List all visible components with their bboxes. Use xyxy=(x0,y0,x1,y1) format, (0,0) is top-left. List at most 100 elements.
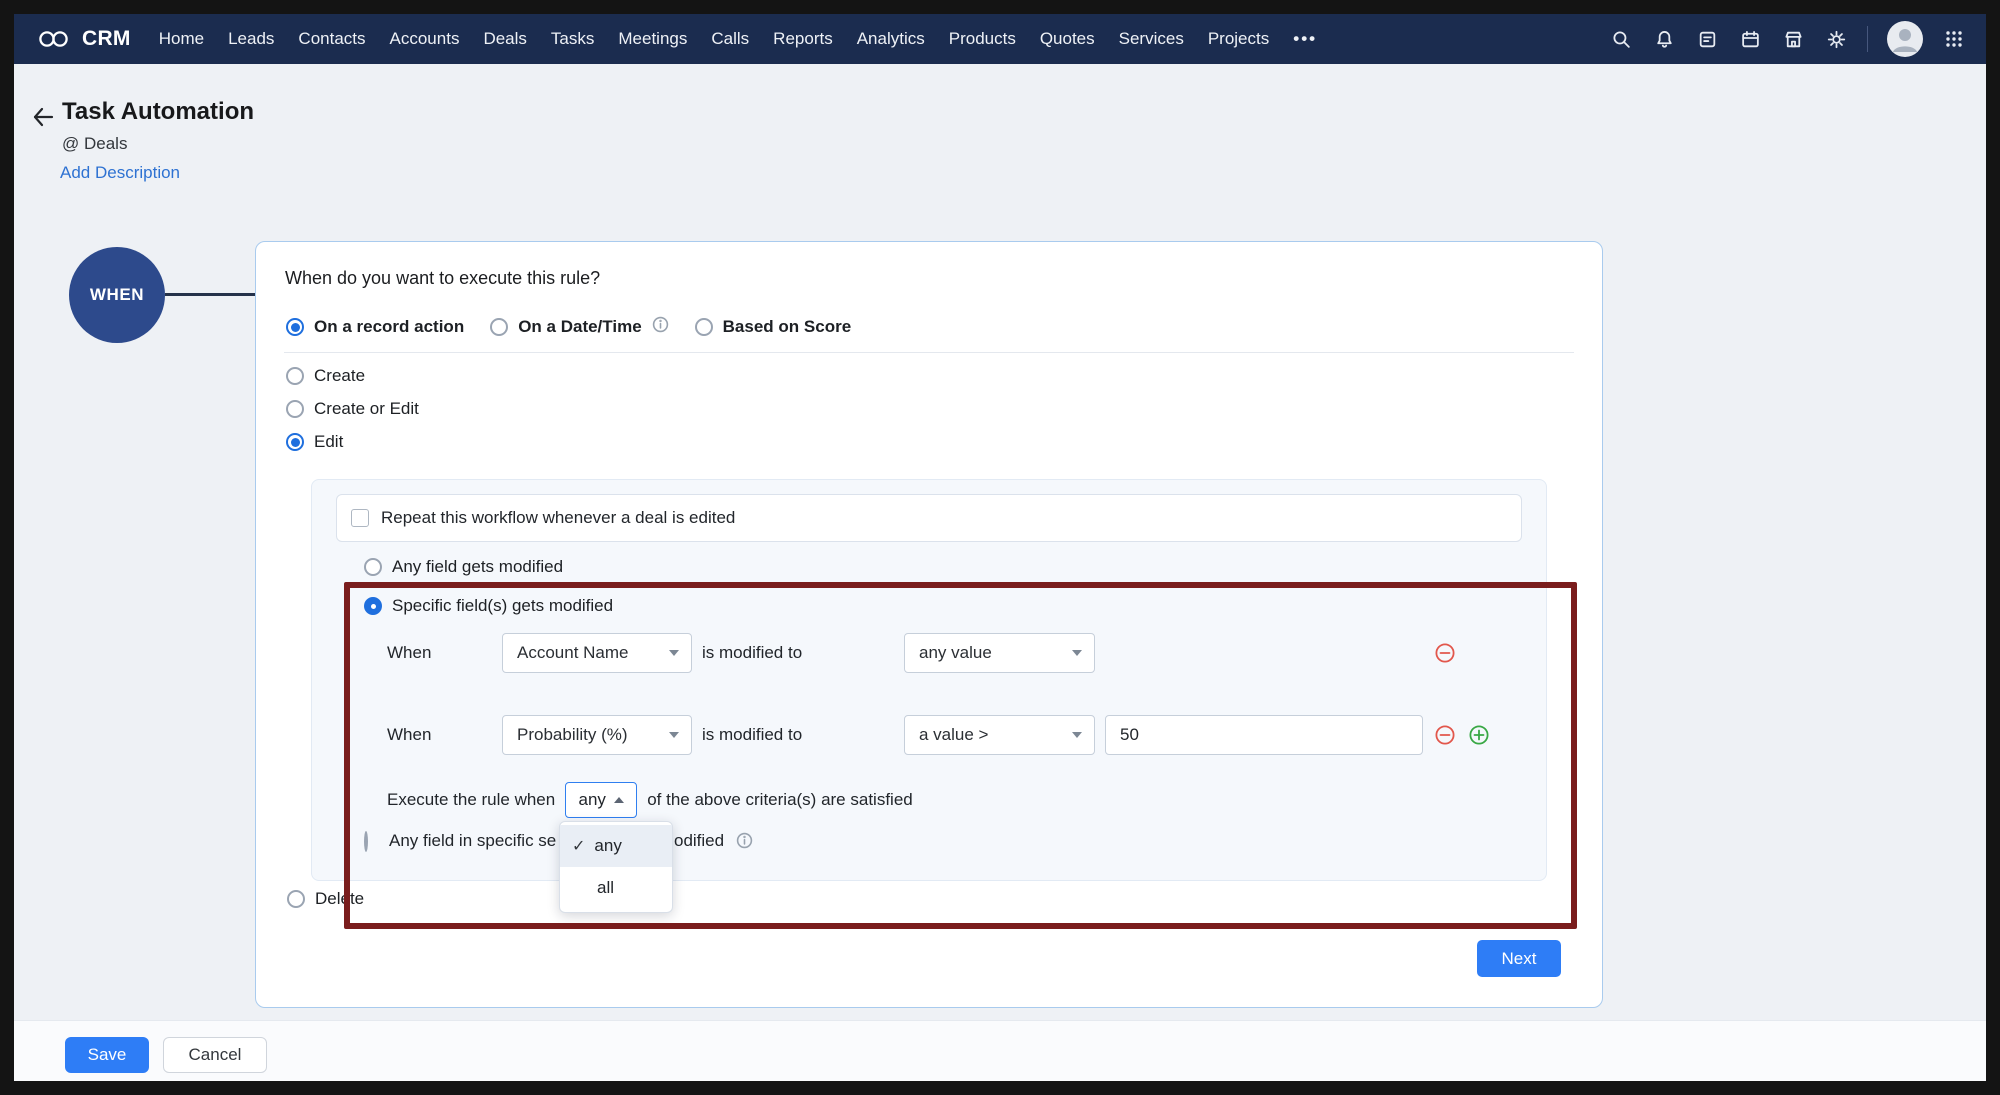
criteria-dropdown-value: any value xyxy=(919,643,992,662)
cancel-button[interactable]: Cancel xyxy=(163,1037,267,1073)
nav-left: CRM Home Leads Contacts Accounts Deals T… xyxy=(14,27,1329,51)
marketplace-icon[interactable] xyxy=(1781,27,1805,51)
remove-criteria-icon[interactable] xyxy=(1434,642,1456,664)
menu-option-all[interactable]: all xyxy=(560,867,672,909)
when-step-badge: WHEN xyxy=(69,247,165,343)
execute-prefix: Execute the rule when xyxy=(387,790,556,809)
nav-item-reports[interactable]: Reports xyxy=(761,29,845,49)
criteria-pattern-value: any xyxy=(578,790,606,809)
option-any-field-modified[interactable]: Any field gets modified xyxy=(364,557,563,577)
crm-logo[interactable] xyxy=(36,27,72,51)
chevron-down-icon xyxy=(1072,732,1082,738)
calendar-icon[interactable] xyxy=(1738,27,1762,51)
criteria-dropdown[interactable]: a value > xyxy=(904,715,1095,755)
menu-option-label: all xyxy=(597,878,615,897)
option-specific-field-modified[interactable]: Specific field(s) gets modified xyxy=(364,596,613,616)
info-icon xyxy=(652,316,669,338)
rule-config-card: When do you want to execute this rule? O… xyxy=(255,241,1603,1008)
menu-option-label: any xyxy=(594,836,622,855)
rule-question: When do you want to execute this rule? xyxy=(285,268,601,288)
field-dropdown[interactable]: Probability (%) xyxy=(502,715,692,755)
remove-criteria-icon[interactable] xyxy=(1434,724,1456,746)
nav-more-button[interactable]: ••• xyxy=(1281,29,1329,49)
criteria-value-input[interactable] xyxy=(1105,715,1423,755)
option-label: Based on Score xyxy=(722,317,852,336)
nav-item-products[interactable]: Products xyxy=(937,29,1028,49)
radio-create-or-edit[interactable] xyxy=(286,400,304,418)
option-create[interactable]: Create xyxy=(286,366,365,386)
section-option-label-right: odified xyxy=(674,831,725,850)
section-option-label-left: Any field in specific se xyxy=(389,831,557,850)
nav-item-analytics[interactable]: Analytics xyxy=(845,29,937,49)
settings-gear-icon[interactable] xyxy=(1824,27,1848,51)
option-edit[interactable]: Edit xyxy=(286,432,343,452)
criteria-row-1: When Account Name is modified to any val… xyxy=(312,633,1546,673)
field-dropdown-value: Account Name xyxy=(517,643,629,662)
option-on-date-time[interactable]: On a Date/Time xyxy=(490,316,668,338)
save-button[interactable]: Save xyxy=(65,1037,149,1073)
radio-specific-field[interactable] xyxy=(364,597,382,615)
step-connector-line xyxy=(165,293,255,296)
nav-item-contacts[interactable]: Contacts xyxy=(286,29,377,49)
nav-item-projects[interactable]: Projects xyxy=(1196,29,1281,49)
brand-name: CRM xyxy=(82,27,131,50)
repeat-workflow-label: Repeat this workflow whenever a deal is … xyxy=(381,508,736,527)
radio-any-field-in-section[interactable] xyxy=(364,831,368,852)
nav-item-leads[interactable]: Leads xyxy=(216,29,286,49)
option-label: Delete xyxy=(315,889,365,908)
option-label: On a Date/Time xyxy=(518,317,642,336)
radio-delete[interactable] xyxy=(287,890,305,908)
option-based-on-score[interactable]: Based on Score xyxy=(694,317,852,337)
page-title: Task Automation xyxy=(62,98,255,125)
radio-on-record-action[interactable] xyxy=(286,318,304,336)
top-nav: CRM Home Leads Contacts Accounts Deals T… xyxy=(14,14,1986,64)
option-label: Edit xyxy=(314,432,344,451)
when-label: When xyxy=(387,725,432,744)
nav-item-services[interactable]: Services xyxy=(1107,29,1196,49)
apps-grid-icon[interactable] xyxy=(1942,27,1966,51)
option-delete[interactable]: Delete xyxy=(287,889,364,909)
nav-item-tasks[interactable]: Tasks xyxy=(539,29,606,49)
nav-item-deals[interactable]: Deals xyxy=(471,29,538,49)
field-dropdown[interactable]: Account Name xyxy=(502,633,692,673)
repeat-workflow-box[interactable]: Repeat this workflow whenever a deal is … xyxy=(336,494,1522,542)
radio-on-date-time[interactable] xyxy=(490,318,509,336)
trigger-options-row: On a record action On a Date/Time Based … xyxy=(286,316,851,338)
nav-item-accounts[interactable]: Accounts xyxy=(378,29,472,49)
back-arrow-icon[interactable] xyxy=(30,104,56,130)
option-create-or-edit[interactable]: Create or Edit xyxy=(286,399,419,419)
info-icon xyxy=(736,832,753,854)
user-avatar[interactable] xyxy=(1887,21,1923,57)
search-icon[interactable] xyxy=(1609,27,1633,51)
chevron-down-icon xyxy=(669,650,679,656)
radio-create[interactable] xyxy=(286,367,304,385)
add-description-link[interactable]: Add Description xyxy=(60,163,180,183)
radio-any-field[interactable] xyxy=(364,558,382,576)
radio-edit[interactable] xyxy=(286,433,304,451)
execute-suffix: of the above criteria(s) are satisfied xyxy=(647,790,913,809)
nav-item-calls[interactable]: Calls xyxy=(699,29,761,49)
radio-based-on-score[interactable] xyxy=(694,318,713,336)
footer-bar xyxy=(14,1020,1986,1082)
menu-option-any[interactable]: ✓ any xyxy=(560,825,672,867)
criteria-row-2: When Probability (%) is modified to a va… xyxy=(312,715,1546,755)
option-on-record-action[interactable]: On a record action xyxy=(286,317,464,337)
notifications-bell-icon[interactable] xyxy=(1652,27,1676,51)
criteria-pattern-dropdown[interactable]: any xyxy=(565,782,638,818)
next-button[interactable]: Next xyxy=(1477,940,1561,977)
criteria-dropdown[interactable]: any value xyxy=(904,633,1095,673)
feed-icon[interactable] xyxy=(1695,27,1719,51)
chevron-up-icon xyxy=(613,797,624,803)
add-criteria-icon[interactable] xyxy=(1468,724,1490,746)
is-modified-to-label: is modified to xyxy=(702,725,803,744)
option-label: On a record action xyxy=(314,317,465,336)
chevron-down-icon xyxy=(1072,650,1082,656)
execute-rule-row: Execute the rule when any of the above c… xyxy=(387,782,913,818)
field-dropdown-value: Probability (%) xyxy=(517,725,628,744)
nav-divider xyxy=(1867,26,1868,52)
section-divider xyxy=(284,352,1574,353)
repeat-workflow-checkbox[interactable] xyxy=(351,509,369,527)
nav-item-quotes[interactable]: Quotes xyxy=(1028,29,1107,49)
nav-item-home[interactable]: Home xyxy=(147,29,216,49)
nav-item-meetings[interactable]: Meetings xyxy=(606,29,699,49)
